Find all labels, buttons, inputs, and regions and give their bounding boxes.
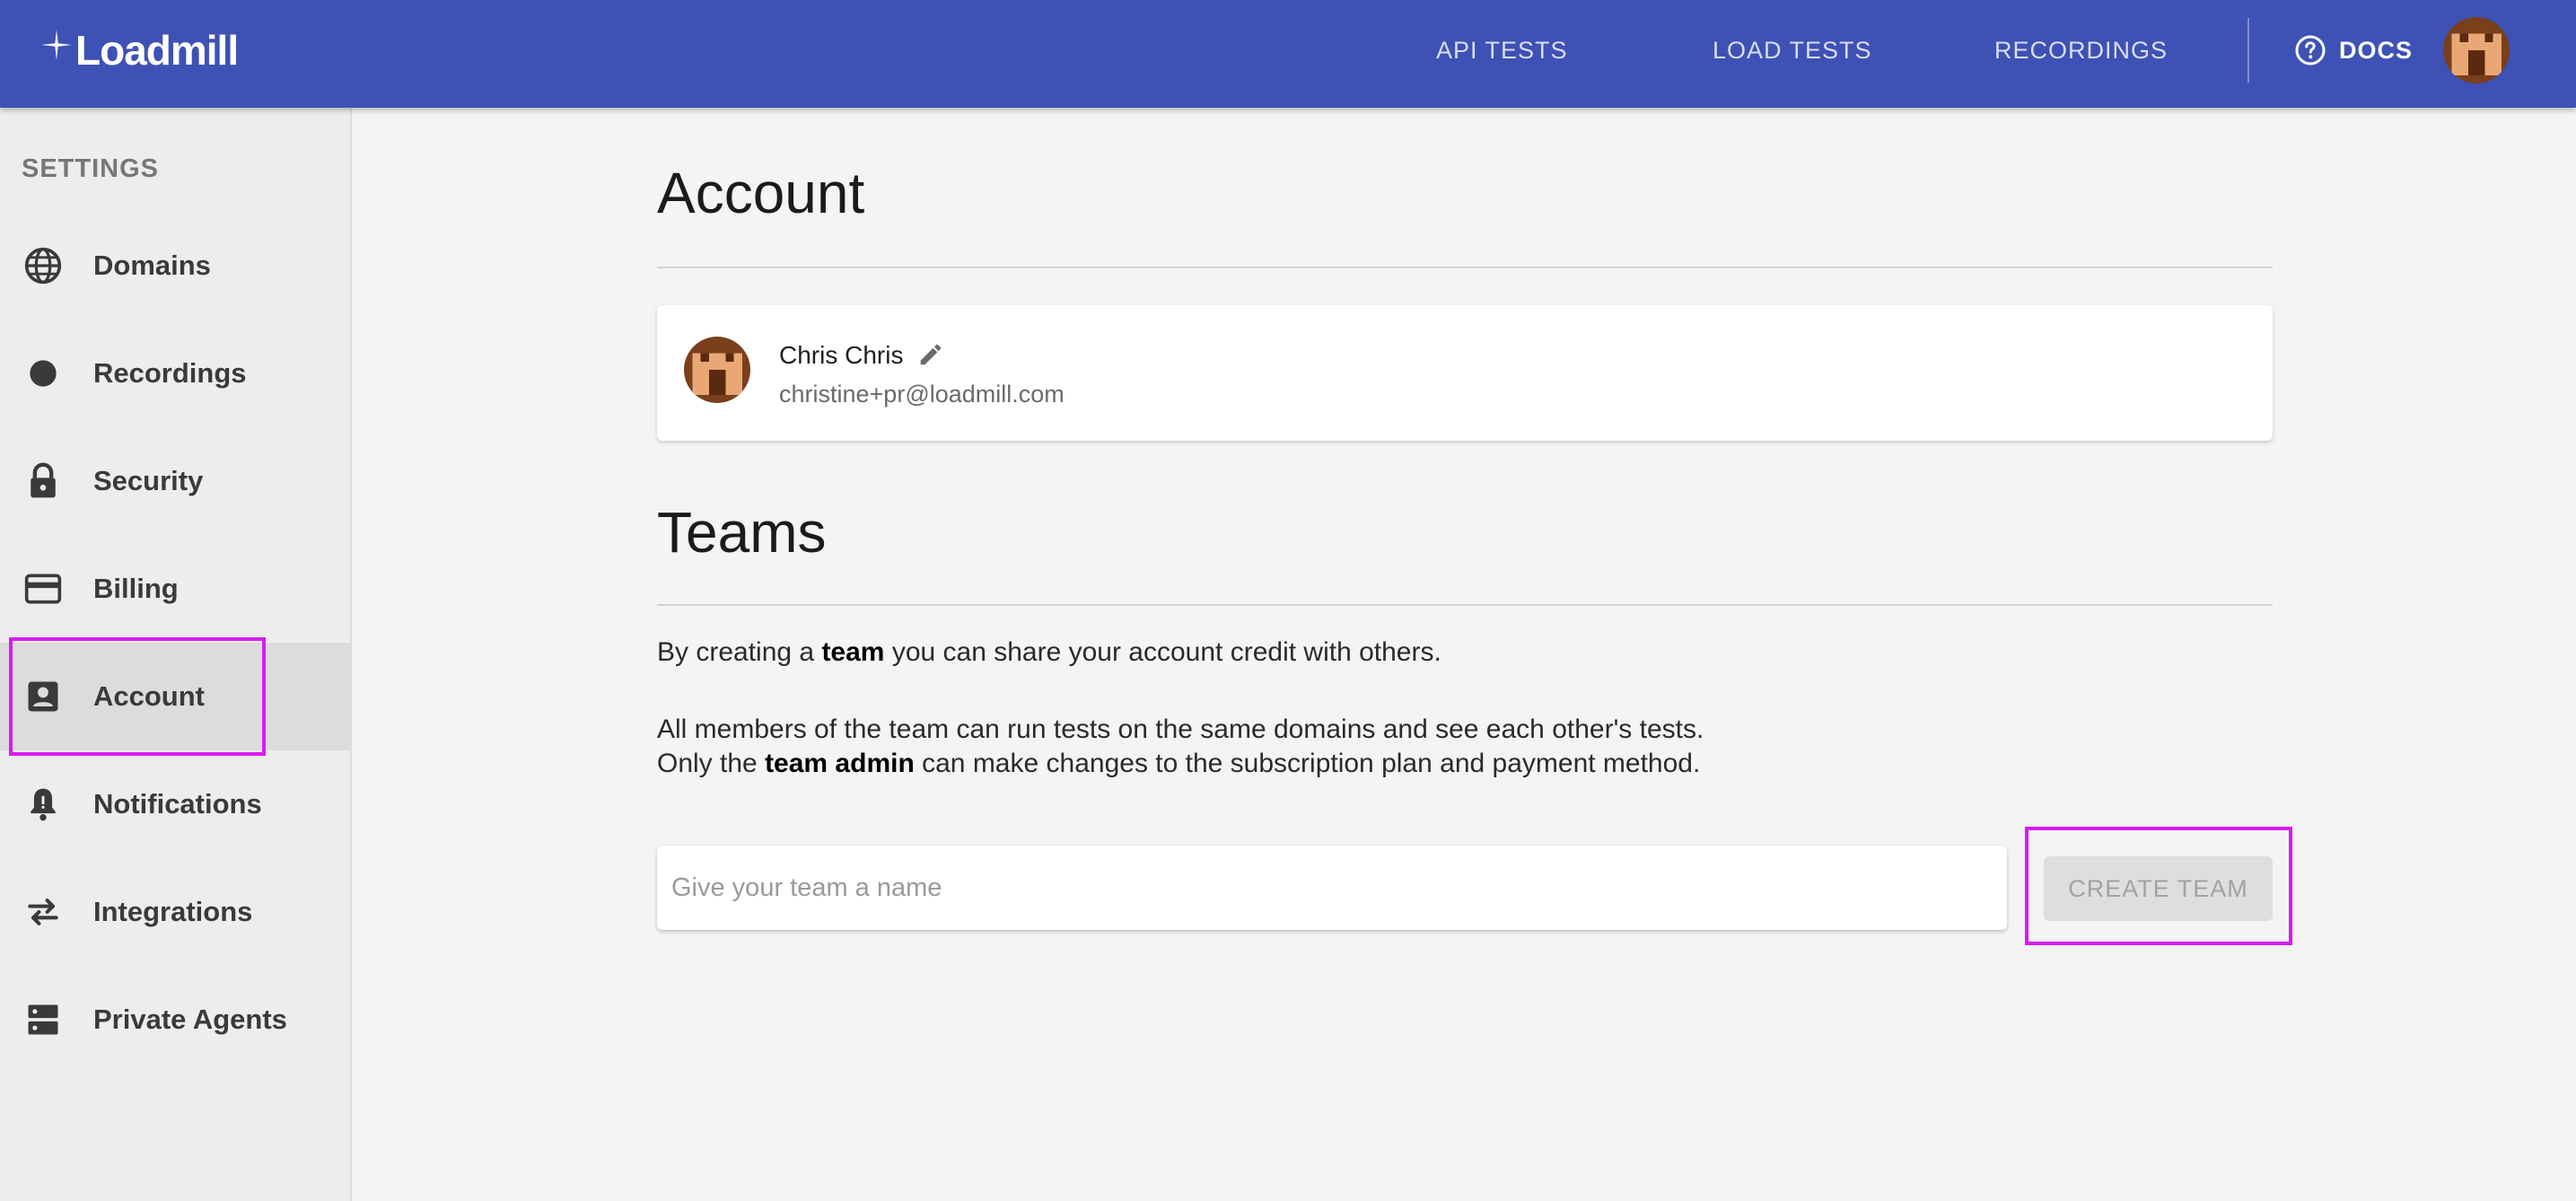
sidebar-item-domains[interactable]: Domains	[0, 212, 350, 320]
bell-icon	[23, 785, 63, 824]
teams-members-text: All members of the team can run tests on…	[657, 714, 1704, 744]
lock-icon	[23, 461, 63, 501]
nav-divider	[2247, 18, 2249, 83]
help-circle-icon	[2295, 35, 2326, 66]
sidebar-item-label: Security	[93, 465, 204, 496]
sidebar-item-security[interactable]: Security	[0, 427, 350, 535]
pixel-avatar-icon	[2443, 17, 2510, 83]
sidebar-item-label: Notifications	[93, 788, 262, 820]
globe-icon	[23, 246, 63, 285]
divider	[657, 604, 2273, 606]
profile-avatar	[684, 337, 750, 403]
create-team-button[interactable]: CREATE TEAM	[2044, 856, 2273, 921]
pixel-avatar-icon	[684, 337, 750, 403]
text-bold: team	[821, 637, 885, 667]
sidebar-item-label: Domains	[93, 250, 211, 281]
sidebar-item-private-agents[interactable]: Private Agents	[0, 966, 350, 1074]
docs-link[interactable]: DOCS	[2294, 32, 2413, 68]
account-title: Account	[657, 161, 865, 225]
nav-api-tests[interactable]: API TESTS	[1436, 34, 1568, 66]
nav-recordings[interactable]: RECORDINGS	[1994, 34, 2168, 66]
text-fragment: you can share your account credit with o…	[884, 637, 1441, 667]
server-icon	[23, 1000, 63, 1039]
swap-arrows-icon	[23, 892, 63, 932]
profile-card: Chris Chris christine+pr@loadmill.com	[657, 305, 2273, 441]
edit-pencil-icon[interactable]	[917, 341, 944, 368]
loadmill-spark-icon	[41, 30, 72, 60]
credit-card-icon	[23, 569, 63, 609]
sidebar-item-label: Account	[93, 680, 205, 712]
sidebar-item-notifications[interactable]: Notifications	[0, 750, 350, 858]
top-app-bar: Loadmill API TESTS LOAD TESTS RECORDINGS…	[0, 0, 2576, 108]
sidebar-item-label: Billing	[93, 573, 179, 604]
loadmill-logo[interactable]: Loadmill	[41, 25, 239, 75]
teams-admin-text: Only the team admin can make changes to …	[657, 747, 1700, 781]
text-fragment: Only the	[657, 749, 766, 778]
divider	[657, 267, 2273, 268]
sidebar-item-recordings[interactable]: Recordings	[0, 320, 350, 427]
profile-email: christine+pr@loadmill.com	[779, 381, 1065, 408]
sidebar-item-integrations[interactable]: Integrations	[0, 858, 350, 966]
user-avatar[interactable]	[2443, 17, 2510, 83]
settings-sidebar: SETTINGS Domains Recordings Security Bil…	[0, 108, 352, 1201]
text-fragment: By creating a	[657, 637, 822, 667]
sidebar-item-billing[interactable]: Billing	[0, 535, 350, 643]
sidebar-item-account[interactable]: Account	[0, 643, 350, 750]
text-fragment: can make changes to the subscription pla…	[914, 749, 1701, 778]
record-dot-icon	[23, 354, 63, 393]
teams-title: Teams	[657, 500, 827, 565]
sidebar-item-label: Recordings	[93, 357, 247, 389]
sidebar-item-label: Integrations	[93, 896, 253, 927]
docs-label: DOCS	[2339, 36, 2414, 64]
text-bold: team admin	[765, 749, 915, 778]
sidebar-heading: SETTINGS	[22, 154, 160, 183]
sidebar-item-label: Private Agents	[93, 1004, 287, 1035]
nav-load-tests[interactable]: LOAD TESTS	[1713, 34, 1872, 66]
logo-text: Loadmill	[75, 27, 239, 74]
teams-intro-text: By creating a team you can share your ac…	[657, 636, 1441, 670]
profile-name: Chris Chris	[779, 341, 904, 369]
team-name-input[interactable]	[657, 846, 2007, 930]
account-box-icon	[23, 677, 63, 716]
